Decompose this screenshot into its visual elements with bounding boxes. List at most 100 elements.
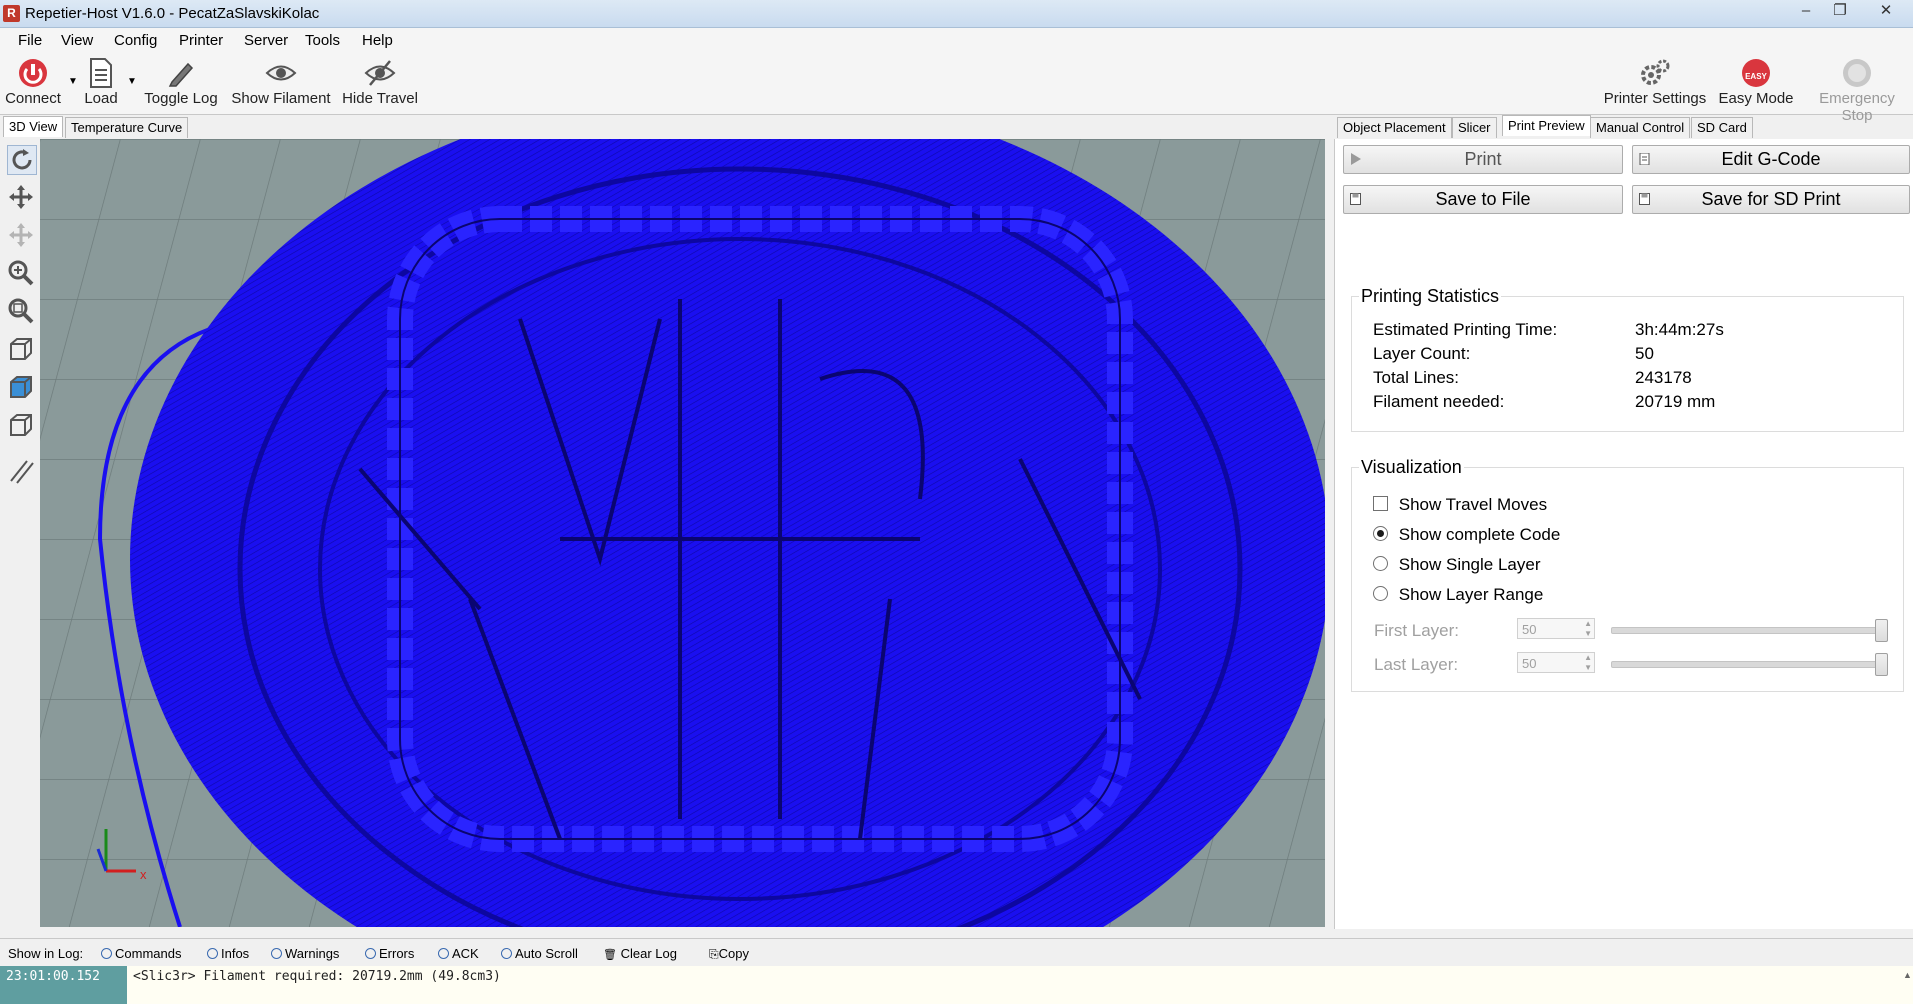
menu-file[interactable]: File [18,32,42,49]
play-icon [1351,153,1361,165]
log-filter-errors[interactable]: Errors [365,946,414,961]
connect-button[interactable]: Connect [4,58,62,107]
log-output[interactable]: 23:01:00.152 <Slic3r> Filament required:… [0,966,1913,1004]
menu-help[interactable]: Help [362,32,393,49]
first-layer-spinner[interactable]: 50 ▲ ▼ [1517,618,1595,639]
trash-icon: 🗑 [603,949,617,961]
log-filter-commands[interactable]: Commands [101,946,181,961]
view-iso-icon[interactable] [7,335,35,363]
print-button[interactable]: Print [1343,145,1623,174]
log-filter-infos[interactable]: Infos [207,946,249,961]
zoom-icon[interactable] [7,259,35,287]
log-filter-ack[interactable]: ACK [438,946,479,961]
minimize-icon[interactable]: – [1791,1,1821,23]
printing-statistics-title: Printing Statistics [1359,286,1502,307]
tab-print-preview[interactable]: Print Preview [1502,115,1591,136]
radio-unselected[interactable] [1373,586,1388,601]
save-icon [1350,193,1361,205]
connect-label: Connect [5,90,61,107]
tab-sd-card[interactable]: SD Card [1691,117,1753,138]
print-preview-panel: Print Edit G-Code Save to File Save for … [1334,139,1913,929]
rotate-icon[interactable] [7,145,37,175]
svg-text:x: x [140,867,147,882]
last-layer-spinner[interactable]: 50 ▲ ▼ [1517,652,1595,673]
load-dropdown-icon[interactable]: ▼ [127,76,137,87]
view-top-icon[interactable] [7,411,35,439]
radio-selected[interactable] [1373,526,1388,541]
radio-icon[interactable] [438,948,449,959]
connect-dropdown-icon[interactable]: ▼ [68,76,78,87]
last-layer-label: Last Layer: [1374,655,1459,674]
clear-log-button[interactable]: 🗑 Clear Log [603,946,677,961]
view-front-icon[interactable] [7,373,35,401]
save-for-sd-label: Save for SD Print [1701,189,1841,209]
first-layer-label: First Layer: [1374,621,1460,640]
save-for-sd-button[interactable]: Save for SD Print [1632,185,1910,214]
easy-mode-label: Easy Mode [1718,90,1794,107]
menu-server[interactable]: Server [244,32,288,49]
first-layer-value: 50 [1522,622,1537,637]
menu-config[interactable]: Config [114,32,157,49]
show-single-layer-radio[interactable]: Show Single Layer [1373,555,1541,575]
easy-mode-button[interactable]: EASY Easy Mode [1717,58,1795,107]
radio-icon[interactable] [207,948,218,959]
parallel-view-icon[interactable] [7,457,35,485]
copy-log-button[interactable]: ⎘Copy [709,946,749,962]
show-travel-moves-checkbox[interactable]: Show Travel Moves [1373,495,1547,515]
document-icon [90,58,112,88]
save-to-file-button[interactable]: Save to File [1343,185,1623,214]
visualization-title: Visualization [1359,457,1464,478]
move-icon[interactable] [7,183,35,211]
window-title: Repetier-Host V1.6.0 - PecatZaSlavskiKol… [25,5,320,22]
clear-log-label: Clear Log [620,946,677,961]
radio-icon[interactable] [365,948,376,959]
print-label: Print [1464,149,1502,169]
restore-icon[interactable]: ❐ [1825,1,1855,23]
first-layer-slider-thumb[interactable] [1875,619,1888,642]
menu-tools[interactable]: Tools [305,32,340,49]
copy-label: Copy [718,946,749,961]
log-auto-scroll[interactable]: Auto Scroll [501,946,578,961]
last-layer-slider[interactable] [1611,661,1883,668]
gear-icon [1641,59,1670,85]
radio-unselected[interactable] [1373,556,1388,571]
show-complete-code-radio[interactable]: Show complete Code [1373,525,1560,545]
last-layer-slider-thumb[interactable] [1875,653,1888,676]
hide-travel-button[interactable]: Hide Travel [341,58,419,107]
3d-viewport[interactable]: x [40,139,1325,927]
scroll-up-icon[interactable]: ▲ [1903,970,1912,980]
show-filament-button[interactable]: Show Filament [230,58,332,107]
radio-icon[interactable] [101,948,112,959]
checkbox-unchecked[interactable] [1373,496,1388,511]
printer-settings-button[interactable]: Printer Settings [1603,58,1707,107]
toggle-log-button[interactable]: Toggle Log [141,58,221,107]
tab-3d-view[interactable]: 3D View [3,116,64,137]
log-timestamp: 23:01:00.152 [0,966,127,1004]
tab-slicer[interactable]: Slicer [1452,117,1497,138]
radio-icon[interactable] [271,948,282,959]
menu-view[interactable]: View [61,32,93,49]
log-filter-label: ACK [452,946,479,961]
move-object-icon[interactable] [7,221,35,249]
spin-arrows-icon[interactable]: ▲ ▼ [1584,653,1592,673]
tab-manual-control[interactable]: Manual Control [1590,117,1691,138]
close-icon[interactable]: ✕ [1862,1,1910,23]
zoom-fit-icon[interactable] [7,297,35,325]
show-layer-range-radio[interactable]: Show Layer Range [1373,585,1543,605]
tab-temperature-curve[interactable]: Temperature Curve [65,117,189,138]
edit-gcode-button[interactable]: Edit G-Code [1632,145,1910,174]
show-travel-moves-label: Show Travel Moves [1398,495,1548,514]
spin-arrows-icon[interactable]: ▲ ▼ [1584,619,1592,639]
stat-label: Filament needed: [1373,392,1505,411]
load-button[interactable]: Load [80,58,122,107]
emergency-stop-button[interactable]: Emergency Stop [1802,58,1912,124]
log-filter-label: Auto Scroll [515,946,578,961]
stat-estimated-time: 3h:44m:27s [1635,320,1724,339]
tab-object-placement[interactable]: Object Placement [1337,117,1452,138]
menu-printer[interactable]: Printer [179,32,223,49]
hide-travel-label: Hide Travel [342,90,418,107]
first-layer-slider[interactable] [1611,627,1883,634]
radio-icon[interactable] [501,948,512,959]
stat-label: Estimated Printing Time: [1373,320,1558,339]
log-filter-warnings[interactable]: Warnings [271,946,339,961]
